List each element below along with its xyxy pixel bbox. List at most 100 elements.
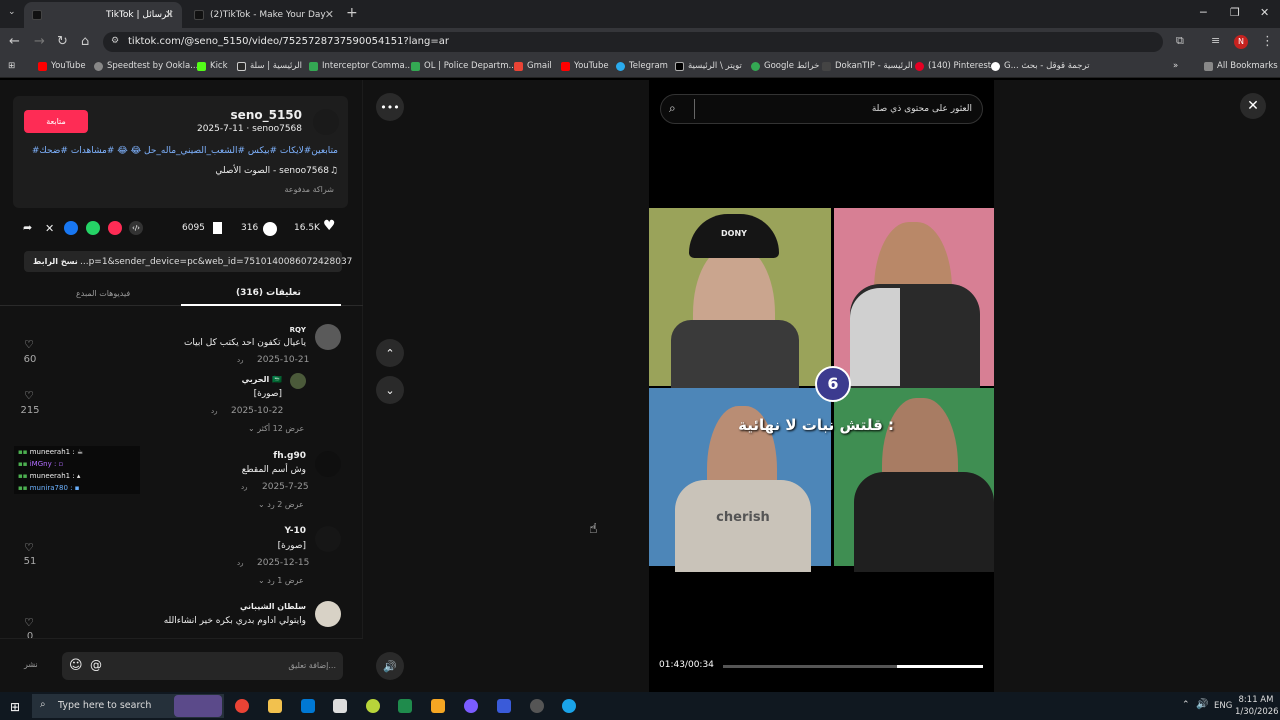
share-friends-icon[interactable] <box>108 221 122 235</box>
clock-time[interactable]: 8:11 AM <box>1237 695 1275 705</box>
comment-icon[interactable] <box>263 222 277 236</box>
app-icon[interactable] <box>431 699 445 713</box>
share-icon[interactable]: ➦ <box>23 221 32 234</box>
file-explorer-icon[interactable] <box>268 699 282 713</box>
clock-date[interactable]: 1/30/2026 <box>1235 707 1279 717</box>
bookmark-telegram[interactable]: Telegram <box>616 61 668 71</box>
comment-username[interactable]: fh.g90 <box>273 451 306 461</box>
avatar[interactable] <box>315 324 341 350</box>
comment-like-icon[interactable]: ♡ <box>24 389 34 402</box>
close-tab-icon[interactable]: ✕ <box>165 8 174 21</box>
bookmark-dokantip[interactable]: DokanTIP - الرئيسية <box>822 61 913 71</box>
mention-icon[interactable]: @ <box>90 658 102 672</box>
comment-username[interactable]: الحربي 🇸🇦 <box>242 375 282 384</box>
store-icon[interactable] <box>301 699 315 713</box>
bookmark-police[interactable]: OL | Police Departm... <box>411 61 517 71</box>
author-avatar[interactable] <box>313 109 339 135</box>
all-bookmarks[interactable]: All Bookmarks <box>1204 61 1278 71</box>
previous-video-button[interactable]: ⌃ <box>376 339 404 367</box>
comment-like-icon[interactable]: ♡ <box>24 616 34 629</box>
follow-button[interactable]: متابعة <box>24 110 88 133</box>
bookmark-twitter[interactable]: تويتر \ الرئيسية <box>675 61 742 71</box>
language-indicator[interactable]: ENG <box>1214 701 1232 711</box>
volume-tray-icon[interactable]: 🔊 <box>1196 699 1208 710</box>
bookmark-speedtest[interactable]: Speedtest by Ookla... <box>94 61 198 71</box>
new-tab-button[interactable]: + <box>346 5 358 21</box>
forward-icon[interactable]: → <box>34 34 45 49</box>
video-player[interactable]: DONY cherish 6 قلتش نبات لا نهائية : 01:… <box>649 80 994 692</box>
comment-username[interactable]: Y-10 <box>285 526 306 536</box>
progress-track[interactable] <box>723 665 983 668</box>
tab-comments[interactable]: (316) تعليقات <box>236 288 301 298</box>
tab-tiktok-messages[interactable]: TikTok | الرسائل ✕ <box>24 2 182 28</box>
bookmark-kick[interactable]: Kick <box>197 61 228 71</box>
like-icon[interactable]: ♥ <box>323 218 337 234</box>
minimize-icon[interactable]: ─ <box>1200 6 1207 19</box>
bookmark-youtube[interactable]: YouTube <box>38 61 86 71</box>
bookmark-salla[interactable]: الرئيسية | سلة <box>237 61 302 71</box>
app-icon[interactable] <box>530 699 544 713</box>
view-more-replies[interactable]: ⌄ عرض 12 أكثر <box>248 424 304 433</box>
close-window-icon[interactable]: ✕ <box>1260 6 1269 19</box>
extensions-icon[interactable]: ⧉ <box>1176 34 1184 48</box>
bookmark-pinterest[interactable]: (140) Pinterest <box>915 61 991 71</box>
bookmark-youtube-2[interactable]: YouTube <box>561 61 609 71</box>
windows-start-icon[interactable]: ⊞ <box>10 700 20 714</box>
back-icon[interactable]: ← <box>9 34 20 49</box>
media-control-icon[interactable]: ≡ <box>1211 34 1220 47</box>
author-username[interactable]: seno_5150 <box>231 108 302 122</box>
address-bar[interactable]: tiktok.com/@seno_5150/video/752572873759… <box>103 32 1163 52</box>
restore-icon[interactable]: ❐ <box>1230 6 1240 19</box>
view-more-replies[interactable]: ⌄ عرض 2 رد <box>258 500 304 509</box>
app-icon[interactable] <box>366 699 380 713</box>
reply-button[interactable]: رد <box>211 407 218 415</box>
embed-icon[interactable]: ‹/› <box>129 221 143 235</box>
post-hashtags[interactable]: #متابعين#لايكات #بيكس #الشعب_الصيني_ماله… <box>32 146 338 156</box>
reply-button[interactable]: رد <box>237 559 244 567</box>
emoji-icon[interactable]: ☺ <box>69 658 83 673</box>
facebook-icon[interactable] <box>64 221 78 235</box>
comment-like-icon[interactable]: ♡ <box>24 541 34 554</box>
apps-icon[interactable]: ⊞ <box>8 61 15 71</box>
site-info-icon[interactable]: ⚙ <box>111 36 119 46</box>
edge-icon[interactable] <box>562 699 576 713</box>
mail-icon[interactable] <box>333 699 347 713</box>
avatar[interactable] <box>315 526 341 552</box>
reply-button[interactable]: رد <box>237 356 244 364</box>
bookmarks-overflow-icon[interactable]: » <box>1173 61 1178 71</box>
profile-avatar[interactable]: N <box>1234 35 1248 49</box>
tab-search-icon[interactable]: ⌄ <box>8 7 16 17</box>
reply-button[interactable]: رد <box>241 483 248 491</box>
comment-username[interactable]: سلطان الشيباني <box>240 602 306 611</box>
post-comment-button[interactable]: نشر <box>24 660 38 669</box>
post-sound[interactable]: الصوت الأصلي - senoo7568 <box>215 166 329 176</box>
tray-chevron-icon[interactable]: ⌃ <box>1182 700 1190 710</box>
avatar[interactable] <box>315 451 341 477</box>
tab-tiktok-feed[interactable]: (2)TikTok - Make Your Day ✕ <box>186 2 342 28</box>
comment-username[interactable]: RQY <box>290 326 306 334</box>
search-icon[interactable]: ⌕ <box>669 101 676 116</box>
bookmark-maps[interactable]: Google خرائط <box>751 61 819 71</box>
close-tab-icon[interactable]: ✕ <box>325 8 334 21</box>
reload-icon[interactable]: ↻ <box>57 34 68 49</box>
bookmark-interceptor[interactable]: Interceptor Comma... <box>309 61 413 71</box>
menu-icon[interactable]: ⋮ <box>1261 34 1274 49</box>
discord-icon[interactable] <box>464 699 478 713</box>
save-icon[interactable] <box>213 222 222 234</box>
copy-link-button[interactable]: نسخ الرابط <box>33 257 78 266</box>
avatar[interactable] <box>315 601 341 627</box>
comment-like-icon[interactable]: ♡ <box>24 338 34 351</box>
home-icon[interactable]: ⌂ <box>81 34 89 49</box>
bookmark-google-translate[interactable]: G... ترجمة قوقل - بحث <box>991 61 1090 71</box>
view-more-replies[interactable]: ⌄ عرض 1 رد <box>258 576 304 585</box>
avatar[interactable] <box>290 373 306 389</box>
whatsapp-icon[interactable] <box>86 221 100 235</box>
x-icon[interactable]: ✕ <box>45 222 54 235</box>
tab-creator-videos[interactable]: فيديوهات المبدع <box>76 289 130 298</box>
volume-button[interactable]: 🔊 <box>376 652 404 680</box>
bookmark-gmail[interactable]: Gmail <box>514 61 552 71</box>
next-video-button[interactable]: ⌄ <box>376 376 404 404</box>
app-icon[interactable] <box>497 699 511 713</box>
chrome-icon[interactable] <box>235 699 249 713</box>
close-button[interactable]: ✕ <box>1240 93 1266 119</box>
